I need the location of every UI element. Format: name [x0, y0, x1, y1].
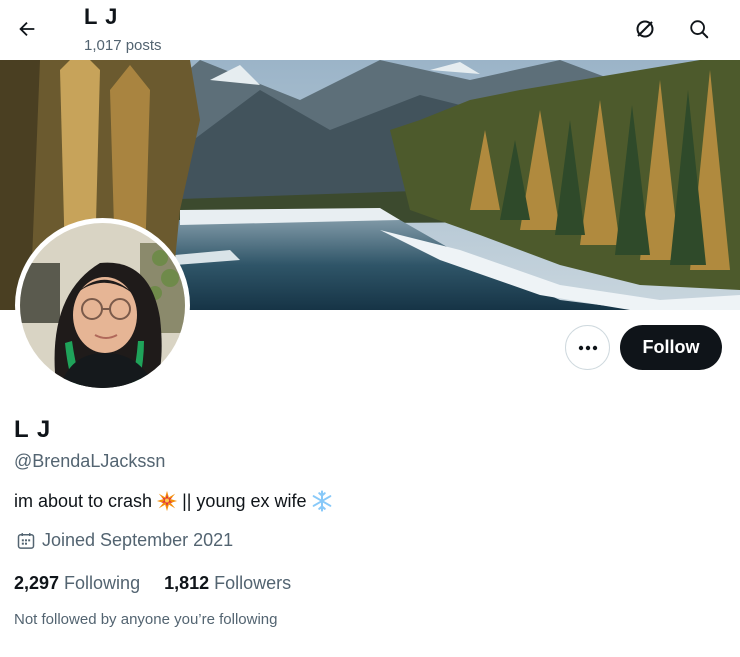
follow-button[interactable]: Follow [620, 325, 722, 370]
top-bar: L J 1,017 posts [0, 0, 740, 60]
snowflake-emoji [310, 489, 334, 513]
joined-date: Joined September 2021 [16, 530, 233, 551]
crash-button[interactable] [626, 10, 664, 48]
more-options-button[interactable] [565, 325, 610, 370]
handle: @BrendaLJackssn [14, 451, 166, 471]
followers-link[interactable]: 1,812 Followers [164, 573, 291, 594]
display-name: L J [14, 416, 52, 443]
collision-emoji [155, 489, 179, 513]
follow-stats: 2,297 Following 1,812 Followers [14, 573, 315, 594]
avatar[interactable] [15, 218, 190, 393]
following-count: 2,297 [14, 573, 60, 593]
calendar-icon [17, 532, 35, 549]
post-count: 1,017 posts [84, 37, 162, 54]
bio-text-2: || young ex wife [182, 490, 307, 511]
ellipsis-icon [578, 345, 597, 350]
back-button[interactable] [8, 10, 46, 48]
arrow-left-icon [19, 21, 35, 37]
followers-count: 1,812 [164, 573, 210, 593]
followers-label: Followers [214, 573, 292, 593]
following-label: Following [64, 573, 141, 593]
joined-text: Joined September 2021 [42, 530, 234, 550]
search-button[interactable] [680, 10, 718, 48]
header-name: L J [84, 4, 119, 29]
not-followed-notice: Not followed by anyone you’re following [14, 611, 278, 628]
following-link[interactable]: 2,297 Following [14, 573, 140, 594]
search-icon [690, 20, 709, 39]
bio-text-1: im about to crash [14, 490, 153, 511]
avatar-image [20, 223, 185, 388]
bio: im about to crash || young ex wife [14, 489, 337, 513]
circle-slash-icon [636, 20, 654, 38]
